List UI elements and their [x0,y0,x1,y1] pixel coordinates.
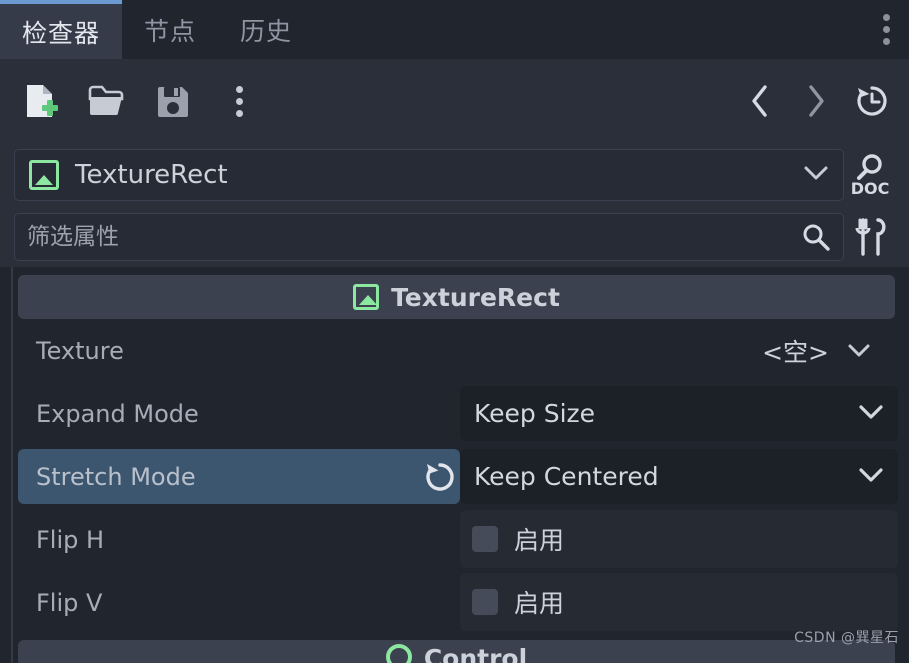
property-label: Stretch Mode [36,462,196,491]
open-documentation-button[interactable]: DOC [841,143,899,207]
property-label: Texture [36,336,124,365]
tab-node-label: 节点 [144,16,197,46]
filter-properties-field[interactable] [14,213,844,261]
inspector-tools-button[interactable] [841,207,899,267]
save-disk-icon [158,87,188,117]
expand-mode-dropdown[interactable]: Keep Size [460,386,898,441]
section-header-texturerect[interactable]: TextureRect [18,275,895,319]
history-forward-button[interactable] [793,78,839,124]
new-resource-button[interactable] [18,78,64,124]
chevron-down-icon [859,467,883,482]
property-row-texture[interactable]: Texture <空> [0,319,909,382]
tools-icon [855,218,886,256]
flip-h-checkbox-label: 启用 [514,526,565,555]
kebab-dot-icon [882,14,890,21]
kebab-menu-icon [235,85,243,117]
stretch-mode-dropdown[interactable]: Keep Centered [460,449,898,504]
toolbar-left-group [0,78,262,124]
kebab-dot-icon [235,85,243,93]
history-icon [857,86,887,116]
object-selector-chevron[interactable] [803,164,829,186]
resource-value: <空> [762,337,829,367]
inspector-menu-button[interactable] [216,78,262,124]
property-row-flip-v[interactable]: Flip V 启用 [0,571,909,634]
property-value-texture[interactable]: <空> [460,319,909,382]
inspector-panel: 检查器 节点 历史 TextureRect DOC 筛选属性 TextureRe… [0,0,909,663]
chevron-down-icon [859,404,883,419]
open-folder-icon [88,85,124,115]
new-resource-icon [27,85,58,117]
chevron-left-icon [752,85,767,117]
tab-node[interactable]: 节点 [122,0,218,59]
property-label: Flip V [36,588,103,617]
filter-properties-input[interactable] [27,224,801,250]
history-back-button[interactable] [737,78,783,124]
chevron-right-icon [809,85,824,117]
kebab-dot-icon [882,26,890,33]
checkbox-unchecked-icon[interactable] [472,526,498,552]
inspector-toolbar [0,59,909,143]
kebab-dot-icon [235,97,243,105]
chevron-down-icon [848,344,870,356]
doc-label: DOC [851,179,890,198]
kebab-dot-icon [882,38,890,45]
property-row-flip-h[interactable]: Flip H 启用 [0,508,909,571]
save-resource-button[interactable] [150,78,196,124]
dropdown-arrow [858,403,884,425]
section-header-control[interactable]: Control [18,640,895,663]
tab-history[interactable]: 历史 [218,0,314,59]
flip-h-checkbox-row[interactable]: 启用 [460,510,898,568]
checkbox-unchecked-icon[interactable] [472,589,498,615]
object-selector-row: TextureRect [0,143,909,207]
search-icon[interactable] [801,222,831,252]
property-list: TextureRect Texture <空> Expand Mode Keep… [0,267,909,663]
flip-v-checkbox-label: 启用 [514,589,565,618]
revert-stretch-mode-button[interactable] [424,461,456,493]
texture-dropdown-button[interactable] [829,343,889,359]
expand-mode-value: Keep Size [474,399,596,428]
tab-bar: 检查器 节点 历史 [0,0,909,59]
flip-v-checkbox-row[interactable]: 启用 [460,573,898,631]
open-resource-button[interactable] [84,78,130,124]
property-row-expand-mode[interactable]: Expand Mode Keep Size [0,382,909,445]
object-name: TextureRect [75,160,228,190]
revert-icon [426,462,454,491]
tab-history-label: 历史 [240,16,293,46]
control-icon [385,644,412,663]
toolbar-right-group [737,78,909,124]
tab-overflow-menu-button[interactable] [871,0,901,59]
object-selector[interactable]: TextureRect [14,149,844,201]
section-title: TextureRect [391,282,560,312]
stretch-mode-value: Keep Centered [474,462,659,491]
property-label: Expand Mode [36,399,199,428]
texture-rect-icon [353,284,380,310]
dropdown-arrow [858,466,884,488]
chevron-down-icon [804,166,828,180]
texture-rect-icon [29,160,59,190]
tab-inspector-label: 检查器 [22,18,101,48]
tab-inspector[interactable]: 检查器 [0,0,123,59]
property-label: Flip H [36,525,105,554]
property-row-stretch-mode[interactable]: Stretch Mode Keep Centered [0,445,909,508]
kebab-dot-icon [235,109,243,117]
history-list-button[interactable] [849,78,895,124]
doc-search-icon: DOC [851,154,890,198]
section-title: Control [423,644,528,663]
filter-row [0,207,909,267]
